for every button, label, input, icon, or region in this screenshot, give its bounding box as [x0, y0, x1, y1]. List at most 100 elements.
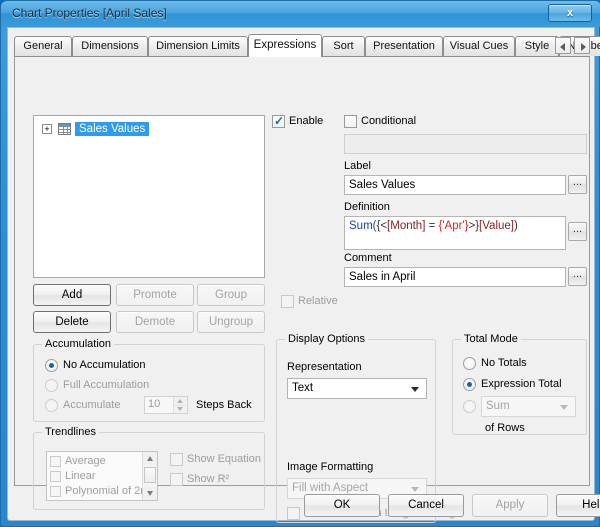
trendlines-group-title: Trendlines — [42, 426, 99, 438]
label-browse-button[interactable]: ... — [568, 175, 587, 194]
total-mode-group: Total Mode No Totals Expression Total Su… — [452, 333, 587, 435]
definition-token-field-value: [Value] — [479, 220, 514, 232]
definition-token-equals: = — [425, 220, 439, 232]
demote-button[interactable]: Demote — [116, 311, 194, 333]
representation-select[interactable]: Text — [287, 378, 427, 399]
tab-style[interactable]: Style — [515, 36, 559, 56]
trendline-label: Linear — [65, 470, 96, 482]
apply-button[interactable]: Apply — [472, 494, 548, 517]
conditional-checkbox[interactable] — [344, 115, 357, 128]
checkmark-icon: ✓ — [274, 114, 285, 128]
trendline-label: Average — [65, 455, 106, 467]
radio-dot-icon — [49, 363, 54, 368]
expression-total-radio[interactable] — [463, 378, 476, 391]
scroll-up-button[interactable] — [143, 452, 157, 465]
comment-input[interactable]: Sales in April — [344, 267, 566, 287]
expressions-page: + Sales Values Add Promote Group Delete … — [14, 56, 590, 523]
ok-button[interactable]: OK — [304, 494, 380, 517]
definition-token-paren-close: ) — [514, 220, 518, 232]
show-equation-checkbox[interactable] — [170, 453, 183, 466]
of-rows-label: of Rows — [485, 422, 525, 434]
enable-label: Enable — [289, 115, 324, 127]
ungroup-button[interactable]: Ungroup — [197, 311, 265, 333]
accumulate-label: Accumulate — [63, 399, 121, 411]
chevron-right-icon — [581, 43, 586, 51]
tab-dimension-limits[interactable]: Dimension Limits — [148, 36, 248, 56]
aggregation-value: Sum — [486, 400, 510, 412]
tab-strip: General Dimensions Dimension Limits Expr… — [14, 34, 600, 57]
add-button[interactable]: Add — [33, 284, 111, 306]
delete-button[interactable]: Delete — [33, 311, 111, 333]
image-formatting-label: Image Formatting — [287, 461, 374, 473]
no-accumulation-label: No Accumulation — [63, 359, 146, 371]
tree-item-label[interactable]: Sales Values — [75, 122, 150, 136]
definition-token-value-apr: {'Apr'} — [438, 220, 469, 232]
dialog-client: General Dimensions Dimension Limits Expr… — [7, 27, 600, 523]
definition-browse-button[interactable]: ... — [568, 222, 587, 241]
definition-token-function: Sum( — [349, 220, 377, 232]
tab-scroll-right-button[interactable] — [574, 37, 590, 54]
label-input[interactable]: Sales Values — [344, 175, 566, 195]
chevron-left-icon — [560, 43, 565, 51]
definition-caption: Definition — [344, 201, 390, 213]
accumulate-radio[interactable] — [45, 399, 58, 412]
expressions-tree[interactable]: + Sales Values — [33, 115, 265, 278]
stepper-buttons[interactable] — [173, 397, 187, 413]
steps-back-stepper[interactable]: 10 — [144, 396, 188, 414]
definition-input[interactable]: Sum({<[Month] = {'Apr'}>}[Value]) — [344, 216, 566, 250]
accumulation-group-title: Accumulation — [42, 338, 115, 350]
stepper-down-button[interactable] — [174, 405, 186, 413]
title-bar[interactable]: Chart Properties [April Sales] x — [1, 1, 600, 27]
tab-scroll-left-button[interactable] — [555, 37, 571, 54]
promote-button[interactable]: Promote — [116, 284, 194, 306]
steps-back-value: 10 — [148, 398, 161, 410]
dialog-footer: OK Cancel Apply Help — [8, 488, 600, 522]
representation-label: Representation — [287, 361, 362, 373]
conditional-label: Conditional — [361, 115, 417, 127]
show-r2-checkbox[interactable] — [170, 473, 183, 486]
close-icon[interactable]: x — [548, 4, 592, 22]
representation-value: Text — [292, 382, 314, 394]
group-button[interactable]: Group — [197, 284, 265, 306]
trendline-checkbox[interactable] — [50, 456, 61, 467]
no-totals-radio[interactable] — [463, 357, 476, 370]
display-options-group-title: Display Options — [285, 333, 369, 345]
tab-presentation[interactable]: Presentation — [365, 36, 443, 56]
chart-properties-window: Chart Properties [April Sales] x General… — [0, 0, 600, 527]
no-accumulation-radio[interactable] — [45, 359, 58, 372]
definition-token-setopen: {< — [376, 220, 388, 232]
radio-dot-icon — [467, 382, 472, 387]
label-caption: Label — [344, 160, 371, 172]
comment-caption: Comment — [344, 252, 392, 264]
trendline-checkbox[interactable] — [50, 471, 61, 482]
relative-checkbox[interactable] — [281, 295, 294, 308]
tab-sort[interactable]: Sort — [322, 36, 365, 56]
help-button[interactable]: Help — [556, 494, 600, 517]
window-title: Chart Properties [April Sales] — [12, 6, 167, 20]
chevron-down-icon — [411, 387, 419, 392]
enable-checkbox[interactable]: ✓ — [272, 114, 285, 128]
aggregation-total-radio[interactable] — [463, 400, 476, 413]
definition-token-field-month: [Month] — [387, 220, 426, 232]
tab-general[interactable]: General — [14, 36, 72, 56]
scrollbar-thumb[interactable] — [144, 467, 156, 483]
conditional-input[interactable] — [344, 134, 587, 154]
tab-dimensions[interactable]: Dimensions — [72, 36, 148, 56]
full-accumulation-radio[interactable] — [45, 379, 58, 392]
no-totals-label: No Totals — [481, 357, 527, 369]
full-accumulation-label: Full Accumulation — [63, 379, 150, 391]
show-equation-label: Show Equation — [187, 453, 261, 465]
show-r2-label: Show R² — [187, 473, 230, 485]
steps-back-label: Steps Back — [196, 399, 252, 411]
tab-visual-cues[interactable]: Visual Cues — [443, 36, 515, 56]
comment-browse-button[interactable]: ... — [568, 267, 587, 286]
caret-up-icon — [177, 399, 183, 403]
aggregation-select[interactable]: Sum — [481, 396, 576, 417]
chevron-down-icon — [560, 405, 568, 410]
caret-down-icon — [177, 407, 183, 411]
total-mode-group-title: Total Mode — [461, 333, 521, 345]
definition-token-setclose: >} — [468, 220, 480, 232]
tab-expressions[interactable]: Expressions — [248, 34, 322, 57]
cancel-button[interactable]: Cancel — [388, 494, 464, 517]
expand-plus-icon[interactable]: + — [42, 124, 52, 134]
